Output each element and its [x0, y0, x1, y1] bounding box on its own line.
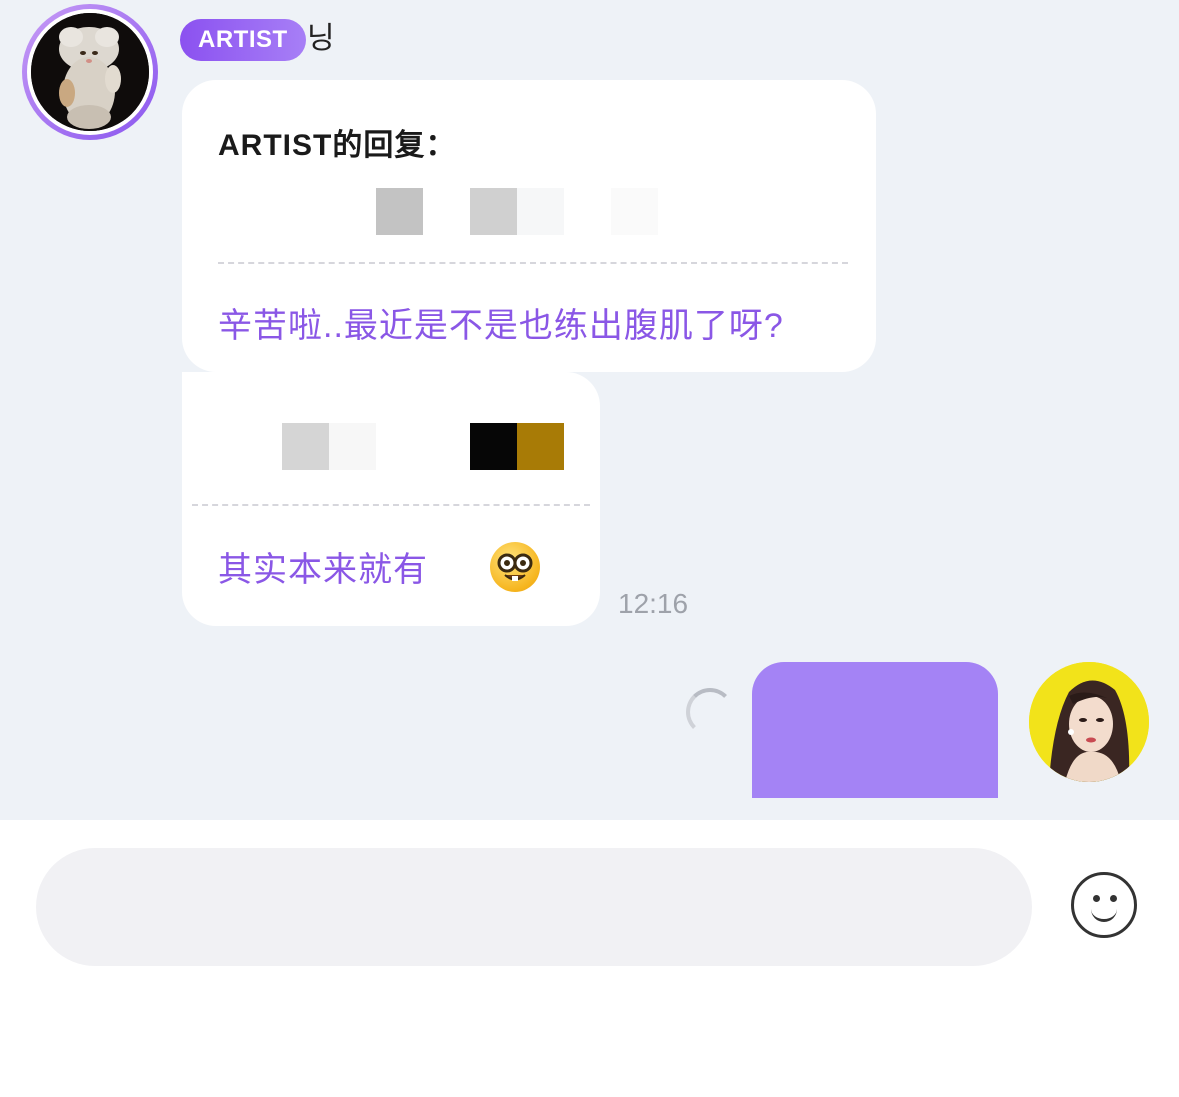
- reply-text: 其实本来就有: [218, 551, 428, 589]
- message-bubble[interactable]: 其实本来就有: [182, 372, 600, 626]
- message-timestamp: 12:16: [618, 588, 689, 619]
- reply-title: ARTIST的回复：: [218, 129, 457, 162]
- chat-area: ARTIST 닝 ARTIST的回复： 辛苦啦..最近是不是也练出腹肌了呀? 其…: [0, 0, 1179, 820]
- cat-photo-icon: [31, 13, 149, 131]
- divider: [192, 504, 590, 506]
- reply-text: 辛苦啦..最近是不是也练出腹肌了呀?: [218, 307, 784, 345]
- nerd-face-icon: [497, 553, 533, 581]
- artist-name: 닝: [307, 21, 335, 56]
- artist-badge: ARTIST: [180, 19, 306, 61]
- sent-message-bubble[interactable]: [752, 662, 998, 798]
- user-photo-icon: [1029, 662, 1149, 782]
- artist-avatar[interactable]: [22, 4, 158, 140]
- message-bubble[interactable]: ARTIST的回复： 辛苦啦..最近是不是也练出腹肌了呀?: [182, 80, 876, 372]
- artist-avatar-photo: [31, 13, 149, 131]
- divider: [218, 262, 848, 264]
- nerd-face-emoji: [490, 542, 540, 592]
- emoji-button[interactable]: [1071, 872, 1137, 938]
- message-input[interactable]: [36, 848, 1032, 966]
- user-avatar[interactable]: [1029, 662, 1149, 782]
- sending-spinner-icon: [686, 688, 734, 736]
